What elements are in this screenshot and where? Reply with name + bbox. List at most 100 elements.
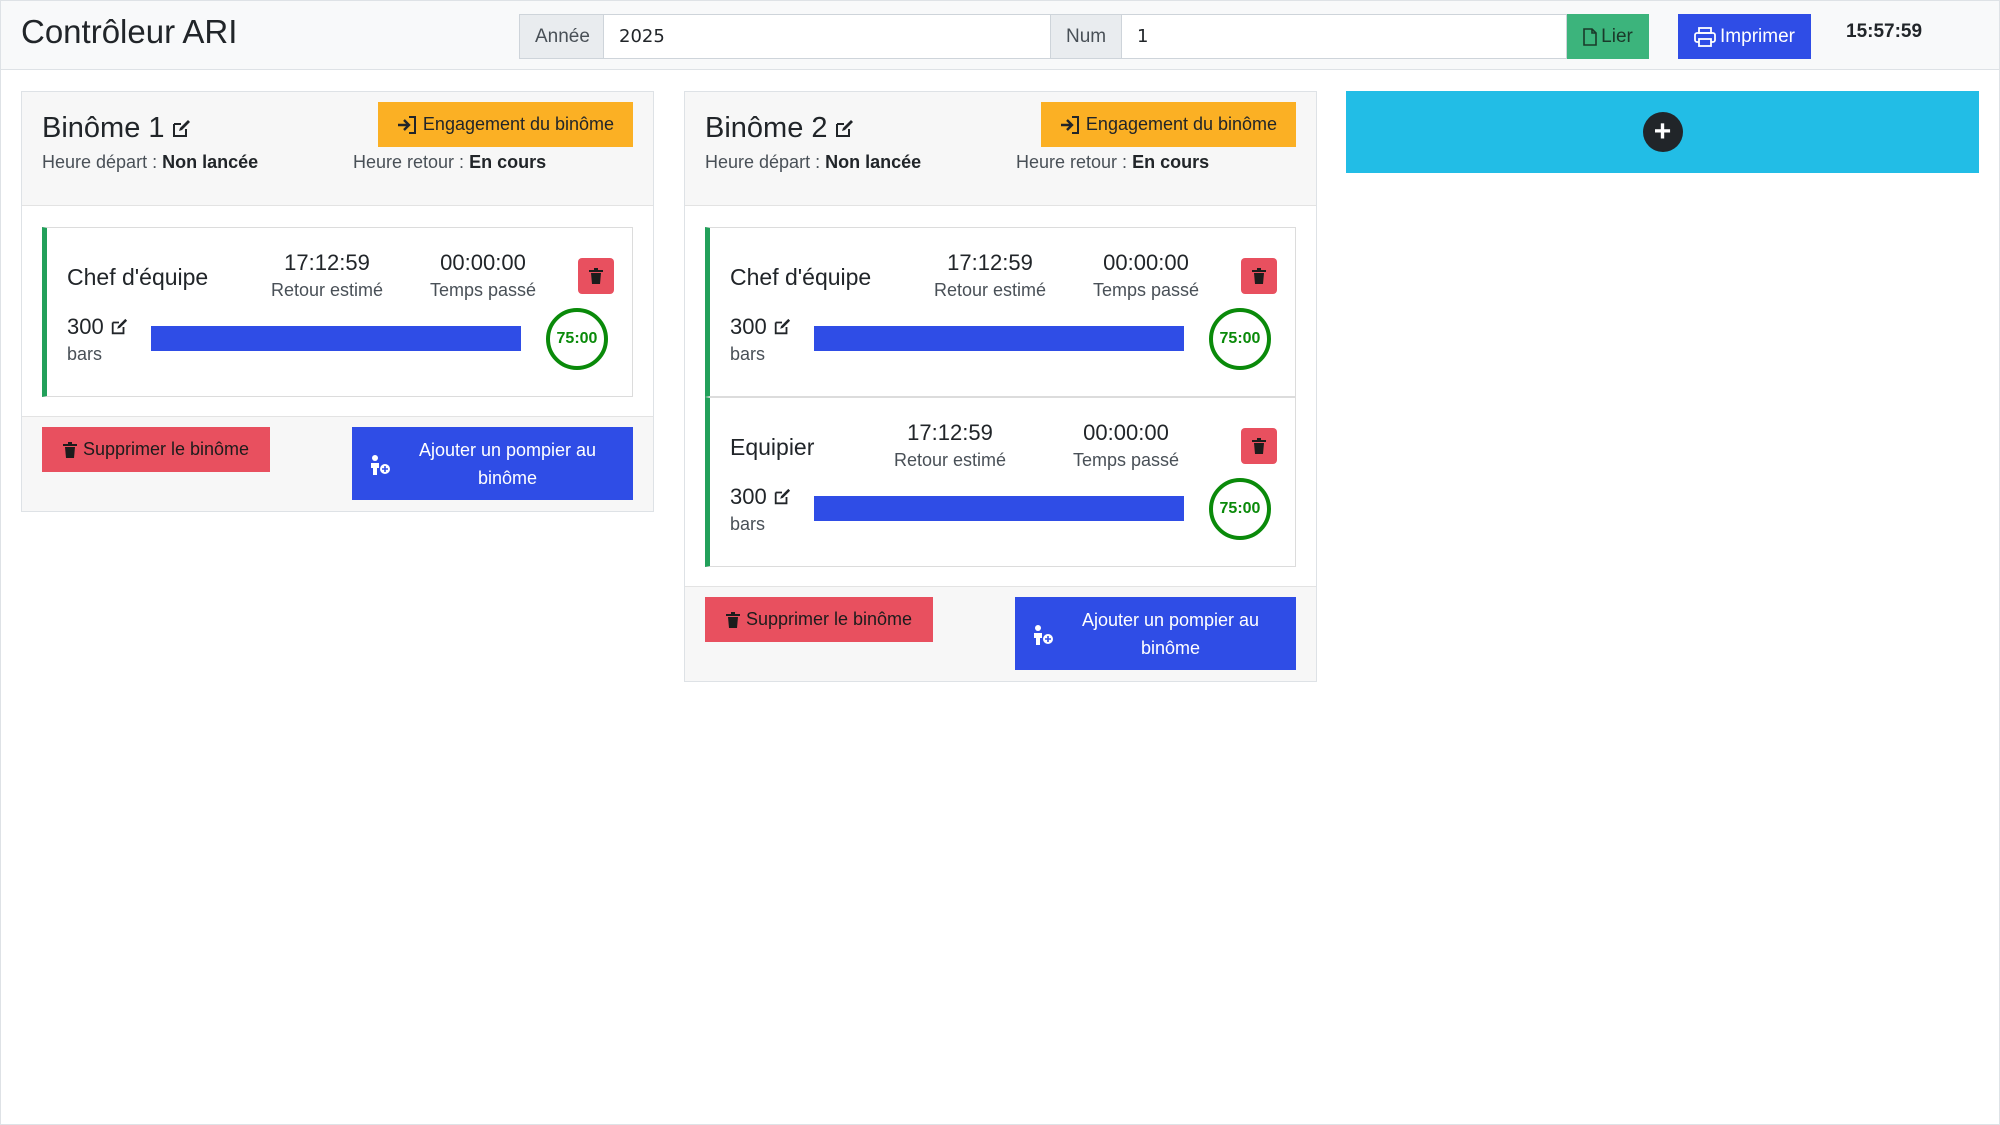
member-card: Chef d'équipe 17:12:59 Retour estimé 00:…: [705, 227, 1296, 397]
file-icon: [1583, 27, 1597, 46]
pressure-unit: bars: [730, 344, 766, 364]
pressure-bar-fill: [151, 326, 521, 351]
temps-passe: 00:00:00 Temps passé: [413, 250, 553, 301]
pressure-value: 300: [730, 314, 767, 339]
depart-info: Heure départ : Non lancée: [42, 152, 258, 173]
retour-estime: 17:12:59 Retour estimé: [920, 250, 1060, 301]
binome-card: Binôme 1 Engagement du binôme Heure dépa…: [21, 91, 654, 512]
add-binome-panel[interactable]: +: [1346, 91, 1979, 173]
retour-estime-value: 17:12:59: [907, 420, 993, 445]
year-label: Année: [519, 14, 604, 59]
user-plus-icon: [1034, 625, 1053, 645]
binome-card-header: Binôme 2 Engagement du binôme Heure dépa…: [685, 92, 1316, 206]
print-button-label: Imprimer: [1720, 25, 1795, 47]
delete-member-button[interactable]: [1241, 428, 1277, 464]
pressure: 300: [730, 484, 791, 510]
binome-title: Binôme 1: [42, 112, 191, 145]
pressure-bar: [814, 496, 1184, 521]
retour-value: En cours: [1132, 152, 1210, 172]
retour-estime: 17:12:59 Retour estimé: [257, 250, 397, 301]
delete-member-button[interactable]: [1241, 258, 1277, 294]
depart-label: Heure départ :: [705, 152, 821, 172]
edit-icon[interactable]: [773, 488, 791, 506]
binome-title: Binôme 2: [705, 112, 854, 145]
retour-info: Heure retour : En cours: [353, 152, 546, 173]
edit-icon[interactable]: [171, 119, 191, 139]
add-pompier-button[interactable]: Ajouter un pompier au binôme: [1015, 597, 1296, 670]
num-input-group: Num 1: [1050, 14, 1567, 59]
pressure-bar-fill: [814, 496, 1184, 521]
binome-card-footer: Supprimer le binôme Ajouter un pompier a…: [22, 416, 653, 511]
edit-icon[interactable]: [834, 119, 854, 139]
member-card: Equipier 17:12:59 Retour estimé 00:00:00…: [705, 397, 1296, 567]
retour-estime-label: Retour estimé: [270, 280, 384, 300]
timer-circle: 75:00: [1209, 308, 1271, 370]
binome-card-footer: Supprimer le binôme Ajouter un pompier a…: [685, 586, 1316, 681]
trash-icon: [589, 268, 603, 284]
binome-card-header: Binôme 1 Engagement du binôme Heure dépa…: [22, 92, 653, 206]
link-button-label: Lier: [1601, 25, 1633, 47]
retour-value: En cours: [469, 152, 547, 172]
retour-estime-label: Retour estimé: [933, 280, 1047, 300]
timer-circle: 75:00: [1209, 478, 1271, 540]
engage-binome-label: Engagement du binôme: [1085, 114, 1278, 134]
pressure-bar: [814, 326, 1184, 351]
add-pompier-label: Ajouter un pompier au binôme: [418, 439, 597, 488]
depart-label: Heure départ :: [42, 152, 158, 172]
navbar: Contrôleur ARI Année 2025 Num 1 Lier Imp…: [1, 1, 1999, 70]
trash-icon: [1252, 438, 1266, 454]
binome-title-text: Binôme 2: [705, 112, 828, 144]
engage-binome-label: Engagement du binôme: [422, 114, 615, 134]
temps-passe: 00:00:00 Temps passé: [1076, 250, 1216, 301]
temps-passe: 00:00:00 Temps passé: [1056, 420, 1196, 471]
year-input-group: Année 2025: [519, 14, 1051, 59]
clock: 15:57:59: [1846, 21, 1923, 42]
print-button[interactable]: Imprimer: [1678, 14, 1811, 59]
pressure: 300: [730, 314, 791, 340]
delete-member-button[interactable]: [578, 258, 614, 294]
pressure-bar-fill: [814, 326, 1184, 351]
temps-passe-value: 00:00:00: [1083, 420, 1169, 445]
trash-icon: [62, 441, 77, 458]
delete-binome-label: Supprimer le binôme: [82, 439, 250, 459]
plus-icon: +: [1642, 112, 1683, 152]
delete-binome-button[interactable]: Supprimer le binôme: [705, 597, 933, 642]
depart-value: Non lancée: [825, 152, 922, 172]
retour-estime: 17:12:59 Retour estimé: [880, 420, 1020, 471]
retour-label: Heure retour :: [1016, 152, 1128, 172]
year-input[interactable]: 2025: [604, 14, 1051, 59]
binome-title-text: Binôme 1: [42, 112, 165, 144]
delete-binome-button[interactable]: Supprimer le binôme: [42, 427, 270, 472]
engage-binome-button[interactable]: Engagement du binôme: [378, 102, 633, 147]
retour-info: Heure retour : En cours: [1016, 152, 1209, 173]
depart-info: Heure départ : Non lancée: [705, 152, 921, 173]
app-title: Contrôleur ARI: [21, 13, 238, 50]
user-plus-icon: [371, 455, 390, 475]
add-pompier-button[interactable]: Ajouter un pompier au binôme: [352, 427, 633, 500]
retour-label: Heure retour :: [353, 152, 465, 172]
add-pompier-label: Ajouter un pompier au binôme: [1081, 609, 1260, 658]
depart-value: Non lancée: [162, 152, 259, 172]
print-icon: [1694, 26, 1716, 47]
temps-passe-value: 00:00:00: [1103, 250, 1189, 275]
num-input[interactable]: 1: [1122, 14, 1567, 59]
edit-icon[interactable]: [773, 318, 791, 336]
binome-card: Binôme 2 Engagement du binôme Heure dépa…: [684, 91, 1317, 682]
num-label: Num: [1050, 14, 1122, 59]
timer-circle: 75:00: [546, 308, 608, 370]
pressure-unit: bars: [67, 344, 103, 364]
link-button[interactable]: Lier: [1567, 14, 1649, 59]
temps-passe-value: 00:00:00: [440, 250, 526, 275]
engage-binome-button[interactable]: Engagement du binôme: [1041, 102, 1296, 147]
pressure-bar: [151, 326, 521, 351]
retour-estime-value: 17:12:59: [947, 250, 1033, 275]
edit-icon[interactable]: [110, 318, 128, 336]
temps-passe-label: Temps passé: [1072, 450, 1180, 470]
pressure-value: 300: [730, 484, 767, 509]
trash-icon: [1252, 268, 1266, 284]
sign-in-icon: [1060, 115, 1079, 134]
delete-binome-label: Supprimer le binôme: [745, 609, 913, 629]
member-role: Equipier: [730, 434, 815, 460]
member-role: Chef d'équipe: [730, 264, 872, 290]
sign-in-icon: [397, 115, 416, 134]
